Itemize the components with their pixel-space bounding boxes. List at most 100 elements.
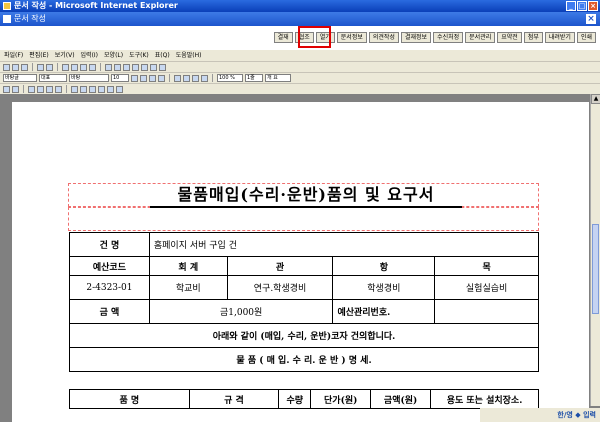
hang-header: 항	[332, 256, 436, 276]
cut-icon[interactable]	[62, 63, 69, 71]
total-amount-header: 금액(원)	[370, 389, 432, 409]
insert-col-icon[interactable]	[89, 85, 96, 93]
table-row: 금 액 금1,000원 예산관리번호.	[69, 299, 539, 324]
zoom-icon[interactable]	[159, 63, 166, 71]
editor-close-button[interactable]: ×	[586, 14, 596, 24]
menu-file[interactable]: 파일(F)	[4, 50, 23, 61]
new-icon[interactable]	[3, 63, 10, 71]
unit-price-header: 단가(원)	[310, 389, 372, 409]
redo-icon[interactable]	[46, 63, 53, 71]
font-select[interactable]: 바탕	[69, 74, 109, 82]
menu-table[interactable]: 표(Q)	[155, 50, 170, 61]
highlight-box	[298, 26, 331, 48]
menu-insert[interactable]: 입력(I)	[81, 50, 99, 61]
copy-icon[interactable]	[71, 63, 78, 71]
window-title: 문서 작성 - Microsoft Internet Explorer	[14, 1, 178, 10]
gwan-value[interactable]: 연구.학생경비	[226, 275, 334, 300]
pen-icon[interactable]	[3, 85, 10, 93]
mok-value[interactable]: 실험실습비	[434, 275, 539, 300]
quantity-header: 수량	[278, 389, 312, 409]
spec-section-title: 물 품 ( 매 입. 수 리. 운 반 ) 명 세.	[69, 347, 539, 372]
menu-help[interactable]: 도움말(H)	[176, 50, 202, 61]
format-toolbar: 바탕글 대표 바탕 10 100 % 1줄 개 요	[0, 72, 600, 83]
format-painter-icon[interactable]	[89, 63, 96, 71]
attach-button[interactable]: 첨부	[523, 32, 543, 43]
minimize-button[interactable]: _	[566, 1, 576, 11]
image-icon[interactable]	[123, 63, 130, 71]
underline-icon[interactable]	[149, 74, 156, 82]
find-icon[interactable]	[105, 63, 112, 71]
undo-icon[interactable]	[37, 63, 44, 71]
document-icon	[3, 15, 11, 23]
merge-icon[interactable]	[46, 85, 53, 93]
item-name-header: 품 명	[69, 389, 190, 409]
budget-code-value[interactable]: 2-4323-01	[69, 275, 150, 300]
recipient-button[interactable]: 수신처정	[433, 32, 464, 43]
cell-icon[interactable]	[37, 85, 44, 93]
menu-format[interactable]: 모양(L)	[104, 50, 123, 61]
scroll-thumb[interactable]	[592, 224, 599, 314]
subject-value[interactable]: 홈페이지 서버 구입 건	[148, 232, 540, 257]
style-select[interactable]: 바탕글	[3, 74, 37, 82]
table-icon[interactable]	[114, 63, 121, 71]
vertical-scrollbar[interactable]: ▲	[590, 94, 600, 406]
mok-header: 목	[434, 256, 539, 276]
menu-tools[interactable]: 도구(K)	[129, 50, 149, 61]
sort-icon[interactable]	[116, 85, 123, 93]
account-type-value[interactable]: 학교비	[148, 275, 228, 300]
budget-mgmt-value[interactable]	[434, 299, 539, 324]
toolbar-separator	[57, 63, 58, 71]
zoom-select[interactable]: 100 %	[217, 74, 243, 82]
align-left-icon[interactable]	[174, 74, 181, 82]
table-row: 예산코드 회 계 관 항 목	[69, 256, 539, 276]
save-icon[interactable]	[21, 63, 28, 71]
align-right-icon[interactable]	[192, 74, 199, 82]
amount-value[interactable]: 금1,000원	[148, 299, 334, 324]
approve-button[interactable]: 결재	[273, 32, 293, 43]
editor-title: 문서 작성	[14, 14, 46, 23]
close-button[interactable]: ×	[588, 1, 598, 11]
sum-icon[interactable]	[107, 85, 114, 93]
border-icon[interactable]	[28, 85, 35, 93]
print-button[interactable]: 인쇄	[576, 32, 596, 43]
window-titlebar: 문서 작성 - Microsoft Internet Explorer _ □ …	[0, 0, 600, 12]
bold-icon[interactable]	[131, 74, 138, 82]
spell-icon[interactable]	[141, 63, 148, 71]
open-icon[interactable]	[12, 63, 19, 71]
close-doc-icon[interactable]	[12, 85, 19, 93]
toolbar-separator	[169, 74, 170, 82]
paragraph-select[interactable]: 개 요	[265, 74, 291, 82]
delete-row-icon[interactable]	[80, 85, 87, 93]
insert-row-icon[interactable]	[71, 85, 78, 93]
usage-header: 용도 또는 설치장소.	[430, 389, 539, 409]
paste-icon[interactable]	[80, 63, 87, 71]
line-spacing-select[interactable]: 1줄	[245, 74, 263, 82]
scroll-up-icon[interactable]: ▲	[591, 94, 600, 104]
summary-button[interactable]: 요약전	[497, 32, 522, 43]
doc-manage-button[interactable]: 문서관리	[465, 32, 496, 43]
hang-value[interactable]: 학생경비	[332, 275, 436, 300]
window-controls: _ □ ×	[566, 1, 598, 11]
italic-icon[interactable]	[140, 74, 147, 82]
amount-label: 금 액	[69, 299, 150, 324]
align-center-icon[interactable]	[183, 74, 190, 82]
font-color-icon[interactable]	[158, 74, 165, 82]
split-icon[interactable]	[55, 85, 62, 93]
maximize-button[interactable]: □	[577, 1, 587, 11]
doc-info-button[interactable]: 문서정보	[336, 32, 367, 43]
chart-icon[interactable]	[132, 63, 139, 71]
font-type-select[interactable]: 대표	[39, 74, 67, 82]
font-size-select[interactable]: 10	[111, 74, 129, 82]
document-title: 물품매입(수리·운반)품의 및 요구서	[150, 184, 462, 208]
approval-info-button[interactable]: 결재정보	[400, 32, 432, 43]
print-preview-icon[interactable]	[150, 63, 157, 71]
justify-icon[interactable]	[201, 74, 208, 82]
delete-col-icon[interactable]	[98, 85, 105, 93]
opinion-button[interactable]: 의견작성	[368, 32, 399, 43]
menu-view[interactable]: 보기(V)	[55, 50, 75, 61]
ie-app-icon	[3, 2, 11, 10]
menu-edit[interactable]: 편집(E)	[29, 50, 49, 61]
download-button[interactable]: 내려받기	[544, 32, 575, 43]
toolbar-separator	[100, 63, 101, 71]
account-type-header: 회 계	[148, 256, 228, 276]
